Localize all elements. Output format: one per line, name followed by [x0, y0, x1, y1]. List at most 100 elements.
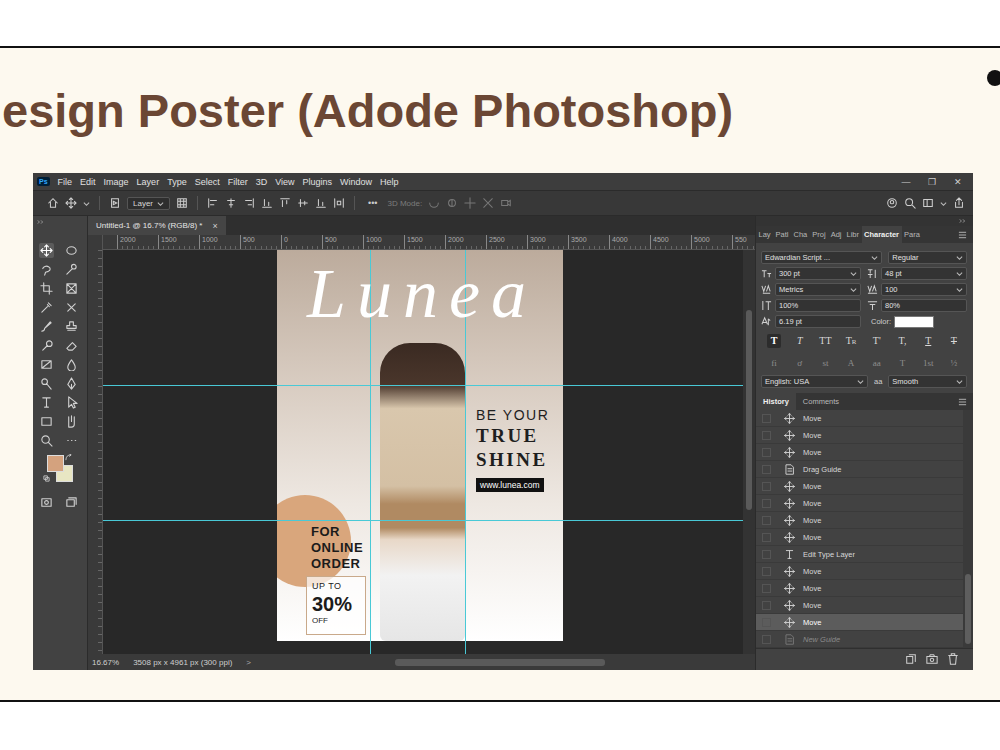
history-item[interactable]: Move: [756, 495, 963, 512]
font-size-field[interactable]: 300 pt: [775, 267, 861, 280]
marquee-tool-icon[interactable]: [64, 243, 79, 258]
snapshot-box[interactable]: [762, 499, 771, 508]
eyedropper-tool-icon[interactable]: [39, 300, 54, 315]
antialias-dropdown[interactable]: Smooth: [888, 375, 967, 388]
pen-tool-icon[interactable]: [64, 376, 79, 391]
history-item[interactable]: Move: [756, 444, 963, 461]
panel-tab[interactable]: Para: [902, 226, 923, 243]
blur-tool-icon[interactable]: [64, 357, 79, 372]
menu-item[interactable]: Type: [167, 177, 187, 187]
home-icon[interactable]: [47, 197, 59, 209]
account-icon[interactable]: [886, 197, 898, 209]
eraser-tool-icon[interactable]: [64, 338, 79, 353]
history-item[interactable]: Move: [756, 563, 963, 580]
type-tool-icon[interactable]: [39, 395, 54, 410]
history-item[interactable]: Move: [756, 478, 963, 495]
history-item[interactable]: Move: [756, 597, 963, 614]
history-item[interactable]: Edit Type Layer: [756, 546, 963, 563]
opentype-button[interactable]: A: [844, 356, 858, 370]
status-menu-button[interactable]: >: [246, 658, 251, 667]
font-style-dropdown[interactable]: Regular: [888, 251, 967, 264]
opentype-button[interactable]: aa: [870, 356, 884, 370]
font-family-dropdown[interactable]: Edwardian Script ...: [761, 251, 882, 264]
quick-mask-tool-icon[interactable]: [39, 495, 54, 510]
snapshot-box[interactable]: [762, 567, 771, 576]
type-style-button[interactable]: Tr: [844, 334, 858, 348]
snapshot-box[interactable]: [762, 550, 771, 559]
language-dropdown[interactable]: English: USA: [761, 375, 868, 388]
type-style-button[interactable]: T': [870, 334, 884, 348]
vertical-ruler[interactable]: [88, 250, 103, 654]
opentype-button[interactable]: T: [896, 356, 910, 370]
menu-item[interactable]: Layer: [137, 177, 160, 187]
panel-tab[interactable]: Patl: [773, 226, 791, 243]
snapshot-box[interactable]: [762, 448, 771, 457]
3d-tool-icon[interactable]: [482, 197, 494, 209]
snapshot-box[interactable]: [762, 635, 771, 644]
type-style-button[interactable]: T: [767, 334, 781, 348]
move-icon[interactable]: [65, 197, 77, 209]
history-item[interactable]: Drag Guide: [756, 461, 963, 478]
vertical-scrollbar[interactable]: [743, 250, 755, 654]
layer-dropdown[interactable]: Layer: [127, 197, 170, 210]
stamp-tool-icon[interactable]: [64, 319, 79, 334]
opentype-button[interactable]: ơ: [793, 356, 807, 370]
menu-item[interactable]: Help: [380, 177, 399, 187]
menu-item[interactable]: 3D: [256, 177, 268, 187]
snapshot-box[interactable]: [762, 601, 771, 610]
opentype-button[interactable]: 1st: [921, 356, 935, 370]
brand-name[interactable]: Lunea: [307, 252, 537, 336]
snapshot-box[interactable]: [762, 431, 771, 440]
menu-item[interactable]: View: [275, 177, 294, 187]
panel-tab[interactable]: Adj: [828, 226, 844, 243]
panel-menu-icon[interactable]: [958, 398, 967, 406]
align-icon[interactable]: [261, 197, 273, 209]
history-tab[interactable]: Comments: [796, 393, 846, 410]
kerning-field[interactable]: Metrics: [775, 283, 861, 296]
zoom-tool-icon[interactable]: [39, 433, 54, 448]
history-item[interactable]: Move: [756, 529, 963, 546]
history-item[interactable]: Move: [756, 614, 963, 631]
discount-box[interactable]: UP TO 30% OFF: [306, 576, 366, 635]
menu-item[interactable]: Select: [195, 177, 220, 187]
type-style-button[interactable]: T: [947, 334, 961, 348]
align-icon[interactable]: [207, 197, 219, 209]
workspace-icon[interactable]: [922, 197, 934, 209]
swap-colors-icon[interactable]: [65, 454, 72, 461]
panel-tab[interactable]: Proj: [810, 226, 828, 243]
gradient-tool-icon[interactable]: [39, 357, 54, 372]
menu-item[interactable]: File: [58, 177, 73, 187]
align-icon[interactable]: [279, 197, 291, 209]
history-item[interactable]: Move: [756, 512, 963, 529]
menu-item[interactable]: Image: [104, 177, 129, 187]
panel-menu-icon[interactable]: [958, 231, 967, 239]
leading-field[interactable]: 48 pt: [881, 267, 967, 280]
collapse-icon[interactable]: [37, 219, 45, 225]
tracking-field[interactable]: 100: [881, 283, 967, 296]
3d-tool-icon[interactable]: [500, 197, 512, 209]
move-tool-icon[interactable]: [39, 243, 54, 258]
collapse-icon[interactable]: [959, 218, 967, 224]
frame-tool-icon[interactable]: [64, 281, 79, 296]
menu-item[interactable]: Filter: [228, 177, 248, 187]
panel-tab[interactable]: Character: [862, 226, 902, 243]
camera-icon[interactable]: [926, 653, 938, 665]
hand-tool-icon[interactable]: [64, 414, 79, 429]
panel-tab[interactable]: Cha: [791, 226, 810, 243]
trash-icon[interactable]: [947, 653, 959, 665]
vertical-scale-field[interactable]: 100%: [775, 299, 861, 312]
ps-logo[interactable]: Ps: [37, 177, 50, 186]
history-item[interactable]: Move: [756, 410, 963, 427]
history-item[interactable]: Move: [756, 580, 963, 597]
history-item[interactable]: Move: [756, 427, 963, 444]
snapshot-box[interactable]: [762, 584, 771, 593]
foreground-color-swatch[interactable]: [47, 455, 64, 472]
snapshot-box[interactable]: [762, 516, 771, 525]
snapshot-box[interactable]: [762, 414, 771, 423]
caret-icon[interactable]: [83, 200, 90, 207]
align-icon[interactable]: [315, 197, 327, 209]
dodge-tool-icon[interactable]: [39, 376, 54, 391]
type-style-button[interactable]: T: [793, 334, 807, 348]
align-icon[interactable]: [297, 197, 309, 209]
menu-item[interactable]: Window: [340, 177, 372, 187]
